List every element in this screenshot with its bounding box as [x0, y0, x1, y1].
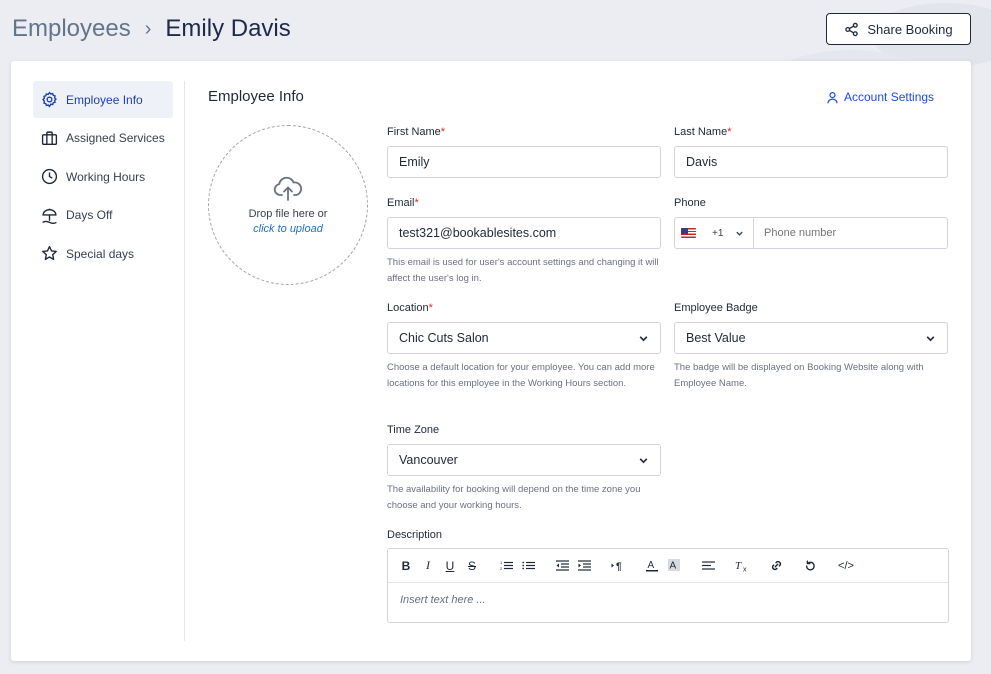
main-card: Employee Info Assigned Services Working … [11, 61, 971, 661]
phone-field: Phone +1 [674, 197, 948, 249]
time-zone-select[interactable]: Vancouver [387, 444, 661, 476]
sidebar-item-label: Assigned Services [66, 131, 165, 145]
sidebar-item-working-hours[interactable]: Working Hours [33, 158, 173, 195]
employee-badge-select[interactable]: Best Value [674, 322, 948, 354]
chevron-down-icon [639, 457, 648, 463]
highlight-color-icon[interactable]: A [666, 556, 682, 576]
clear-formatting-icon[interactable]: Tx [734, 556, 750, 576]
svg-text:A: A [648, 560, 655, 571]
time-zone-help-text: The availability for booking will depend… [387, 484, 641, 511]
sidebar-item-special-days[interactable]: Special days [33, 235, 173, 272]
svg-text:1: 1 [500, 560, 503, 565]
cloud-upload-icon [273, 176, 303, 201]
sidebar-item-employee-info[interactable]: Employee Info [33, 81, 173, 118]
svg-text:A: A [670, 561, 677, 572]
briefcase-icon [41, 130, 58, 145]
employee-badge-field: Employee Badge Best Value The badge will… [674, 302, 948, 392]
country-code-value: +1 [712, 227, 724, 239]
svg-text:2: 2 [500, 566, 503, 571]
breadcrumb-employees-link[interactable]: Employees [12, 15, 131, 43]
section-title: Employee Info [208, 88, 304, 105]
share-booking-label: Share Booking [867, 21, 953, 37]
description-label: Description [387, 529, 443, 541]
svg-text:x: x [743, 567, 747, 573]
account-settings-label: Account Settings [844, 90, 935, 104]
email-help-text: This email is used for user's account se… [387, 257, 659, 284]
align-left-icon[interactable] [700, 556, 716, 576]
chevron-down-icon [736, 231, 744, 236]
phone-label: Phone [674, 197, 706, 209]
time-zone-value: Vancouver [399, 453, 458, 467]
user-icon [827, 91, 838, 103]
top-bar: Employees › Emily Davis Share Booking [0, 0, 991, 60]
link-icon[interactable] [768, 556, 784, 576]
sidebar-item-label: Days Off [66, 208, 113, 222]
strikethrough-icon[interactable]: S [464, 556, 480, 576]
font-color-icon[interactable]: A [644, 556, 660, 576]
email-input[interactable]: test321@bookablesites.com [387, 217, 661, 249]
country-code-select[interactable]: +1 [675, 218, 754, 248]
employee-badge-help-text: The badge will be displayed on Booking W… [674, 362, 924, 389]
indent-icon[interactable] [576, 556, 592, 576]
description-textarea[interactable]: Insert text here ... [388, 583, 948, 617]
time-zone-label: Time Zone [387, 424, 440, 436]
employee-badge-value: Best Value [686, 331, 746, 345]
editor-toolbar: B I U S 12 ¶ A A T x </> [388, 549, 948, 583]
location-value: Chic Cuts Salon [399, 331, 489, 345]
description-label-wrap: Description [387, 529, 442, 543]
employee-badge-label: Employee Badge [674, 302, 758, 314]
undo-icon[interactable] [802, 556, 818, 576]
location-select[interactable]: Chic Cuts Salon [387, 322, 661, 354]
upload-text: Drop file here or [248, 207, 328, 220]
phone-number-input[interactable] [754, 218, 947, 248]
phone-input-group: +1 [674, 217, 948, 249]
location-field: Location* Chic Cuts Salon Choose a defau… [387, 302, 661, 392]
sidebar-item-label: Employee Info [66, 92, 143, 107]
sidebar: Employee Info Assigned Services Working … [33, 81, 173, 274]
bullet-list-icon[interactable] [520, 556, 536, 576]
ordered-list-icon[interactable]: 12 [498, 556, 514, 576]
last-name-field: Last Name* Davis [674, 126, 948, 178]
sidebar-item-days-off[interactable]: Days Off [33, 197, 173, 234]
description-editor: B I U S 12 ¶ A A T x </> Insert text her… [387, 548, 949, 623]
bold-icon[interactable]: B [398, 556, 414, 576]
chevron-down-icon [639, 335, 648, 341]
us-flag-icon [681, 228, 696, 238]
time-zone-field: Time Zone Vancouver The availability for… [387, 424, 661, 514]
outdent-icon[interactable] [554, 556, 570, 576]
svg-text:¶: ¶ [616, 562, 622, 572]
gear-icon [42, 91, 57, 108]
breadcrumb: Employees › Emily Davis [12, 15, 291, 43]
first-name-input[interactable]: Emily [387, 146, 661, 178]
underline-icon[interactable]: U [442, 556, 458, 576]
star-icon [42, 245, 57, 261]
sidebar-divider [184, 81, 185, 641]
page-title: Emily Davis [165, 15, 291, 42]
location-help-text: Choose a default location for your emplo… [387, 362, 655, 389]
first-name-field: First Name* Emily [387, 126, 661, 178]
sidebar-item-assigned-services[interactable]: Assigned Services [33, 120, 173, 157]
photo-upload-dropzone[interactable]: Drop file here or click to upload [208, 125, 368, 285]
location-label: Location* [387, 302, 433, 314]
paragraph-direction-icon[interactable]: ¶ [610, 556, 626, 576]
last-name-label: Last Name* [674, 126, 732, 138]
click-to-upload-link[interactable]: click to upload [253, 223, 323, 235]
email-label: Email* [387, 197, 419, 209]
chevron-down-icon [926, 335, 935, 341]
email-field: Email* test321@bookablesites.com This em… [387, 197, 661, 287]
svg-text:T: T [735, 560, 742, 572]
first-name-label: First Name* [387, 126, 446, 138]
share-booking-button[interactable]: Share Booking [826, 13, 971, 45]
share-icon [845, 22, 859, 36]
beach-umbrella-icon [42, 208, 57, 224]
last-name-input[interactable]: Davis [674, 146, 948, 178]
italic-icon[interactable]: I [420, 556, 436, 576]
code-view-icon[interactable]: </> [836, 556, 856, 576]
clock-icon [41, 168, 58, 185]
breadcrumb-separator: › [144, 18, 152, 40]
sidebar-item-label: Working Hours [66, 169, 146, 184]
sidebar-item-label: Special days [66, 246, 135, 261]
account-settings-link[interactable]: Account Settings [826, 90, 934, 104]
